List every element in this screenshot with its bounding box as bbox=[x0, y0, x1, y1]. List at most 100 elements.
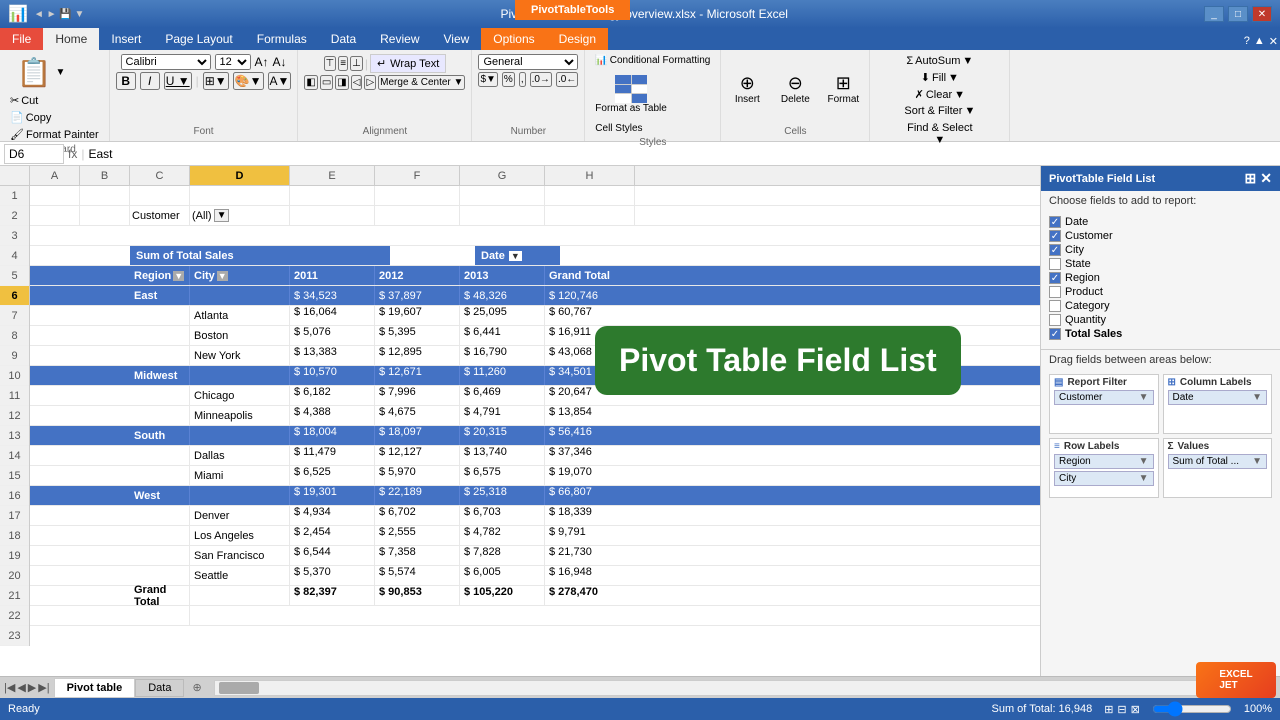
grid-cell[interactable] bbox=[80, 466, 130, 485]
column-labels-item[interactable]: Date ▼ bbox=[1168, 390, 1268, 405]
tab-file[interactable]: File bbox=[0, 28, 43, 50]
font-size-select[interactable]: 12 bbox=[215, 54, 251, 70]
grid-cell[interactable] bbox=[80, 506, 130, 525]
formula-input[interactable]: East bbox=[88, 147, 1276, 161]
increase-decimal-button[interactable]: .0→ bbox=[530, 72, 552, 87]
grid-cell[interactable] bbox=[130, 506, 190, 525]
grid-cell[interactable] bbox=[30, 346, 80, 365]
grid-cell[interactable] bbox=[30, 306, 80, 325]
grid-cell[interactable] bbox=[30, 266, 80, 285]
grid-cell[interactable] bbox=[80, 566, 130, 585]
grid-cell[interactable] bbox=[130, 526, 190, 545]
normal-view-button[interactable]: ⊞ bbox=[1104, 703, 1113, 716]
grid-cell[interactable] bbox=[80, 526, 130, 545]
field-list-view-button[interactable]: ⊞ bbox=[1245, 170, 1257, 187]
format-button[interactable]: ⊞ Format bbox=[823, 71, 863, 107]
sheet-nav-next[interactable]: ▶ bbox=[28, 681, 36, 694]
grid-cell[interactable] bbox=[130, 186, 190, 205]
grid-cell[interactable] bbox=[130, 346, 190, 365]
grid-cell[interactable] bbox=[130, 566, 190, 585]
grid-cell[interactable] bbox=[80, 486, 130, 505]
help-icon[interactable]: ? bbox=[1244, 35, 1250, 48]
grid-cell[interactable] bbox=[80, 246, 130, 265]
grid-cell[interactable] bbox=[190, 486, 290, 505]
grid-cell[interactable] bbox=[30, 186, 80, 205]
field-checkbox-total-sales[interactable]: ✓ bbox=[1049, 328, 1061, 340]
fill-button[interactable]: ⬇ Fill ▼ bbox=[917, 70, 963, 85]
page-layout-view-button[interactable]: ⊟ bbox=[1117, 703, 1126, 716]
fill-color-button[interactable]: 🎨▼ bbox=[233, 72, 264, 90]
format-as-table-button[interactable]: Format as Table bbox=[591, 71, 671, 118]
row-labels-region-arrow[interactable]: ▼ bbox=[1139, 456, 1149, 467]
bold-button[interactable]: B bbox=[116, 72, 136, 90]
format-painter-button[interactable]: 🖌 Format Painter bbox=[6, 127, 103, 142]
grid-cell[interactable] bbox=[30, 566, 80, 585]
grid-cell[interactable] bbox=[130, 546, 190, 565]
clear-button[interactable]: ✗ Clear ▼ bbox=[911, 87, 969, 102]
grid-cell[interactable] bbox=[290, 206, 375, 225]
column-labels-dropdown-arrow[interactable]: ▼ bbox=[1252, 392, 1262, 403]
grid-cell[interactable] bbox=[80, 406, 130, 425]
field-checkbox-category[interactable] bbox=[1049, 300, 1061, 312]
col-header-b[interactable]: B bbox=[80, 166, 130, 185]
field-list-close-button[interactable]: ✕ bbox=[1260, 170, 1272, 187]
align-left-button[interactable]: ◧ bbox=[304, 75, 317, 90]
grid-cell[interactable] bbox=[30, 626, 80, 646]
field-checkbox-city[interactable]: ✓ bbox=[1049, 244, 1061, 256]
autosum-button[interactable]: Σ AutoSum ▼ bbox=[902, 54, 977, 68]
grid-cell[interactable] bbox=[30, 286, 80, 305]
col-header-e[interactable]: E bbox=[290, 166, 375, 185]
grid-cell[interactable] bbox=[30, 486, 80, 505]
field-checkbox-region[interactable]: ✓ bbox=[1049, 272, 1061, 284]
row-labels-item-city[interactable]: City ▼ bbox=[1054, 471, 1154, 486]
grid-cell[interactable] bbox=[80, 446, 130, 465]
decrease-decimal-button[interactable]: .0← bbox=[556, 72, 578, 87]
comma-button[interactable]: , bbox=[519, 72, 526, 87]
col-header-c[interactable]: C bbox=[130, 166, 190, 185]
grid-cell[interactable] bbox=[30, 246, 80, 265]
grid-cell[interactable] bbox=[190, 286, 290, 305]
field-checkbox-state[interactable] bbox=[1049, 258, 1061, 270]
grid-cell[interactable] bbox=[80, 226, 130, 245]
date-header[interactable]: Date ▼ bbox=[475, 246, 560, 265]
merge-center-button[interactable]: Merge & Center ▼ bbox=[378, 75, 465, 90]
tab-design[interactable]: Design bbox=[547, 28, 608, 50]
grid-cell[interactable] bbox=[80, 206, 130, 225]
grid-cell[interactable] bbox=[190, 186, 290, 205]
grid-cell[interactable] bbox=[30, 526, 80, 545]
grid-cell[interactable] bbox=[80, 286, 130, 305]
values-item[interactable]: Sum of Total ... ▼ bbox=[1168, 454, 1268, 469]
grid-cell[interactable] bbox=[190, 366, 290, 385]
percent-button[interactable]: % bbox=[502, 72, 515, 87]
grid-cell[interactable] bbox=[290, 186, 375, 205]
tab-insert[interactable]: Insert bbox=[99, 28, 153, 50]
grid-cell[interactable] bbox=[460, 206, 545, 225]
grid-cell[interactable] bbox=[30, 426, 80, 445]
delete-button[interactable]: ⊖ Delete bbox=[775, 71, 815, 107]
align-bottom-button[interactable]: ⊥ bbox=[350, 56, 363, 71]
currency-button[interactable]: $▼ bbox=[478, 72, 497, 87]
grid-cell[interactable] bbox=[460, 226, 545, 245]
grid-cell[interactable] bbox=[130, 226, 190, 245]
south-region-cell[interactable]: South bbox=[130, 426, 190, 445]
col-header-a[interactable]: A bbox=[30, 166, 80, 185]
grid-cell[interactable] bbox=[80, 606, 130, 625]
grid-cell[interactable] bbox=[30, 326, 80, 345]
horizontal-scrollbar[interactable] bbox=[214, 680, 1260, 696]
align-top-button[interactable]: ⊤ bbox=[324, 56, 337, 71]
col-header-h[interactable]: H bbox=[545, 166, 635, 185]
grid-cell[interactable] bbox=[80, 386, 130, 405]
grid-cell[interactable] bbox=[80, 266, 130, 285]
cell-reference-input[interactable]: D6 bbox=[4, 144, 64, 164]
grid-cell[interactable] bbox=[545, 206, 635, 225]
row-labels-item-region[interactable]: Region ▼ bbox=[1054, 454, 1154, 469]
grid-cell[interactable] bbox=[375, 206, 460, 225]
insert-sheet-button[interactable]: ⊕ bbox=[184, 679, 209, 696]
tab-review[interactable]: Review bbox=[368, 28, 431, 50]
cut-button[interactable]: ✂ Cut bbox=[6, 93, 42, 108]
tab-data[interactable]: Data bbox=[319, 28, 368, 50]
paste-button[interactable]: 📋 ▼ bbox=[6, 54, 76, 91]
values-dropdown-arrow[interactable]: ▼ bbox=[1252, 456, 1262, 467]
cell-styles-button[interactable]: Cell Styles bbox=[591, 122, 646, 135]
decrease-indent-button[interactable]: ◁ bbox=[351, 75, 363, 90]
